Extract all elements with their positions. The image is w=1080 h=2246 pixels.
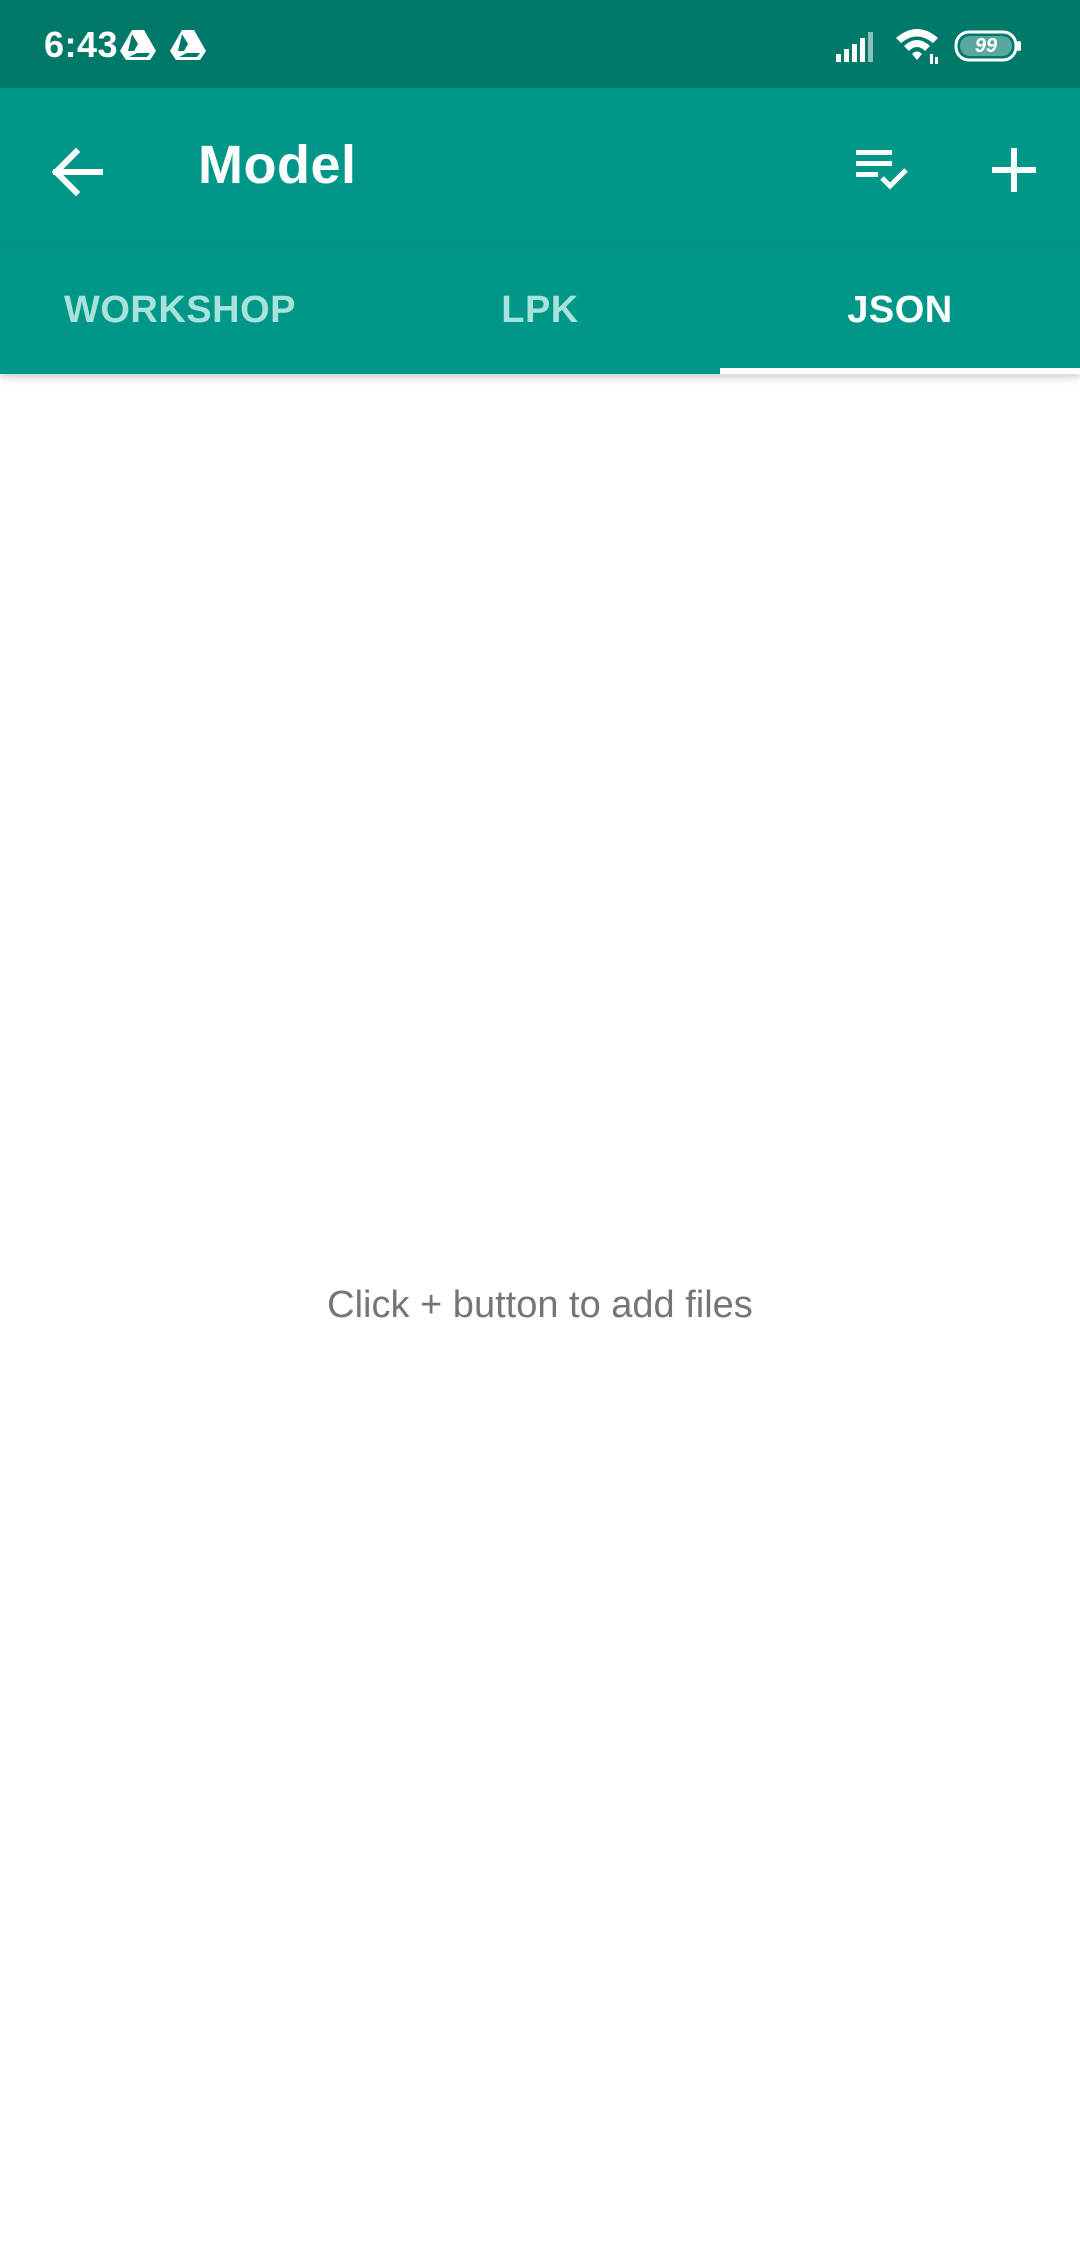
tab-bar: WORKSHOP LPK JSON	[0, 246, 1080, 374]
battery-level: 99	[974, 35, 998, 57]
back-button[interactable]	[36, 130, 120, 214]
status-time: 6:43	[44, 24, 119, 65]
select-all-button[interactable]	[840, 128, 924, 212]
screen: 6:43 99 Model WORKSHOP LPK JSON Click + …	[0, 0, 1080, 2246]
arrow-back-icon	[51, 147, 103, 197]
empty-state-message: Click + button to add files	[327, 1284, 753, 1326]
tab-workshop[interactable]: WORKSHOP	[0, 246, 360, 374]
signal-icon	[836, 32, 873, 62]
status-bar: 6:43 99	[0, 0, 1080, 88]
wifi-icon	[896, 29, 938, 64]
app-bar: Model	[0, 88, 1080, 246]
drive-icon	[120, 30, 156, 60]
tab-indicator	[720, 368, 1080, 374]
playlist-check-icon	[856, 150, 908, 190]
tab-json[interactable]: JSON	[720, 246, 1080, 374]
add-button[interactable]	[972, 128, 1056, 212]
page-title: Model	[198, 135, 357, 195]
tab-lpk[interactable]: LPK	[360, 246, 720, 374]
plus-icon	[992, 148, 1036, 192]
drive-icon	[170, 30, 206, 60]
